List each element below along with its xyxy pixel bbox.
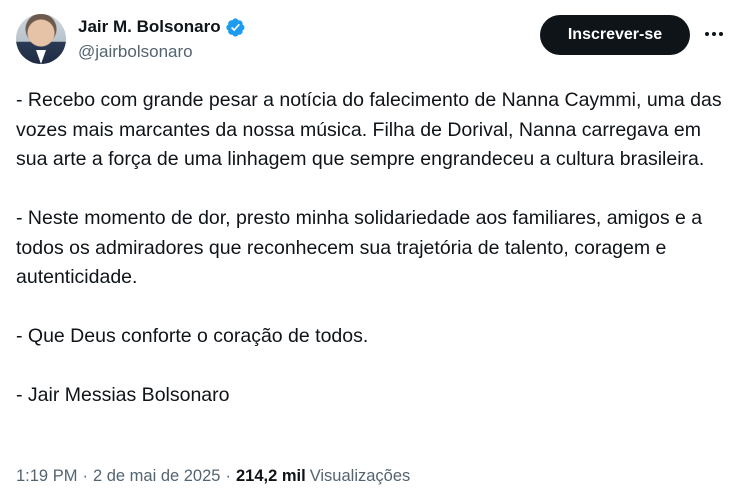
separator: · [225, 467, 231, 485]
tweet-paragraph: - Neste momento de dor, presto minha sol… [16, 207, 703, 288]
tweet-paragraph: - Que Deus conforte o coração de todos. [16, 325, 369, 347]
avatar[interactable] [16, 14, 66, 64]
tweet-date[interactable]: 2 de mai de 2025 [93, 467, 221, 486]
tweet-header: Jair M. Bolsonaro @jairbolsonaro Inscrev… [16, 14, 728, 68]
author-display-name[interactable]: Jair M. Bolsonaro [78, 17, 221, 37]
follow-button[interactable]: Inscrever-se [540, 15, 690, 55]
tweet-paragraph: - Recebo com grande pesar a notícia do f… [16, 89, 722, 170]
more-options-icon[interactable] [700, 24, 728, 44]
more-dot [705, 32, 709, 36]
views-label: Visualizações [309, 467, 411, 485]
tweet-time[interactable]: 1:19 PM [16, 467, 77, 486]
tweet-paragraph: - Jair Messias Bolsonaro [16, 384, 230, 406]
separator: · [82, 467, 88, 485]
author-info: Jair M. Bolsonaro @jairbolsonaro [78, 16, 246, 62]
tweet-text: - Recebo com grande pesar a notícia do f… [16, 86, 728, 411]
more-dot [719, 32, 723, 36]
verified-badge-icon[interactable] [225, 17, 246, 38]
tweet-metadata: 1:19 PM · 2 de mai de 2025 · 214,2 mil V… [16, 467, 410, 486]
name-row: Jair M. Bolsonaro [78, 16, 246, 38]
more-dot [712, 32, 716, 36]
views-count[interactable]: 214,2 mil [236, 467, 306, 486]
author-handle[interactable]: @jairbolsonaro [78, 42, 246, 62]
